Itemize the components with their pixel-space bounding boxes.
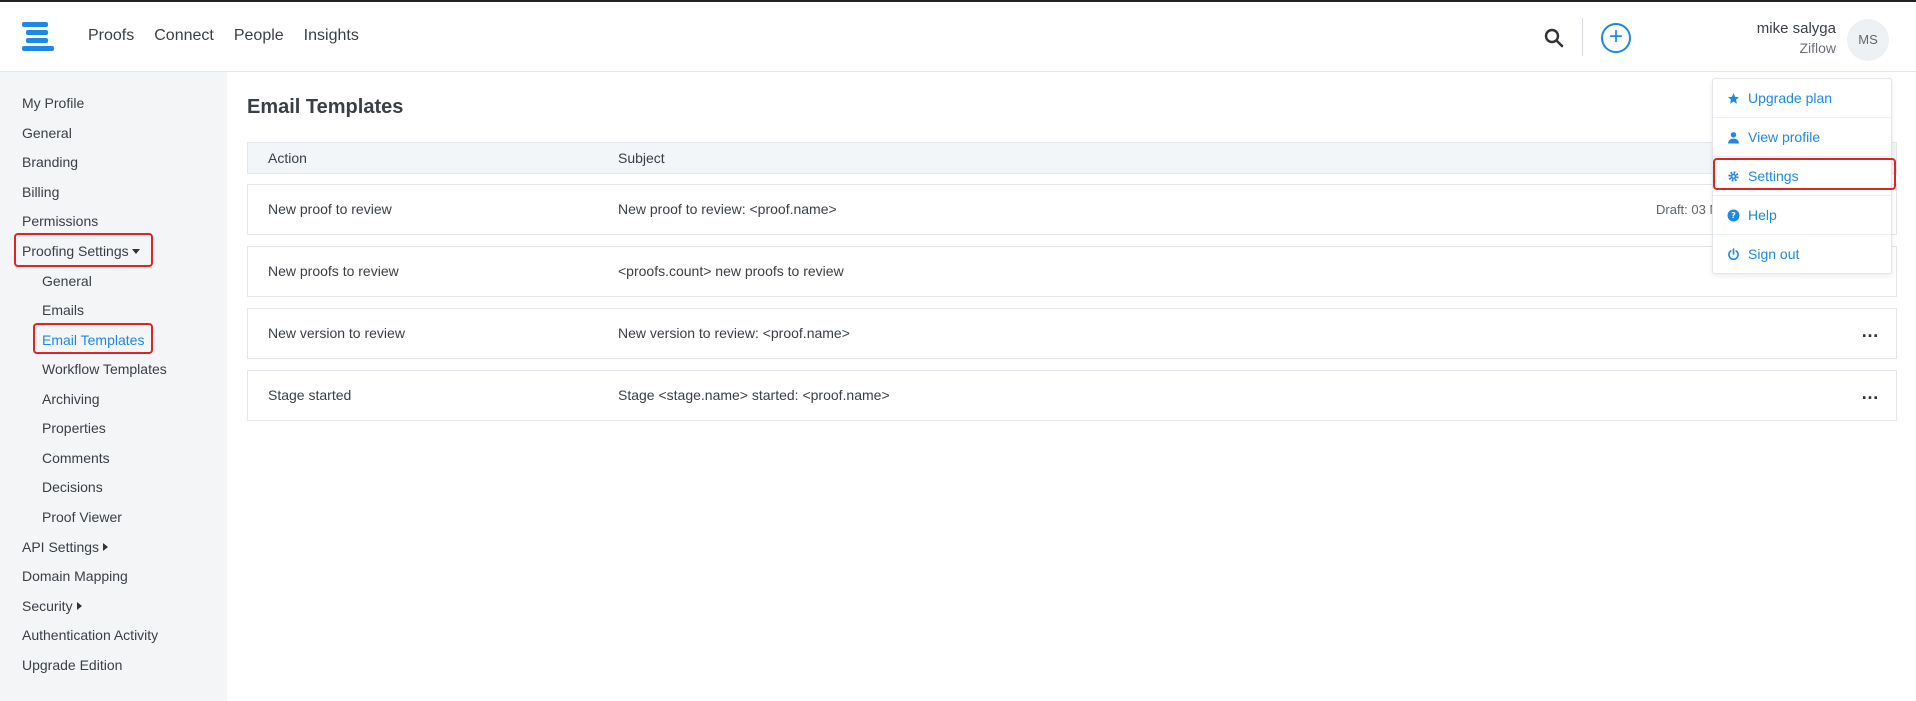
avatar[interactable]: MS [1847, 19, 1889, 61]
table-row[interactable]: New proofs to review <proofs.count> new … [247, 246, 1897, 297]
sidebar-item-domain-mapping[interactable]: Domain Mapping [22, 568, 128, 584]
caret-right-icon [76, 602, 82, 610]
sidebar-subitem-properties[interactable]: Properties [42, 420, 106, 436]
top-bar: Proofs Connect People Insights + mike sa… [0, 2, 1916, 72]
nav-people[interactable]: People [234, 27, 284, 45]
add-icon[interactable]: + [1601, 23, 1631, 53]
menu-item-upgrade-plan[interactable]: Upgrade plan [1713, 79, 1891, 118]
sidebar-item-my-profile[interactable]: My Profile [22, 95, 84, 111]
sidebar-item-general[interactable]: General [22, 125, 72, 141]
row-subject: <proofs.count> new proofs to review [618, 263, 844, 279]
menu-item-view-profile[interactable]: View profile [1713, 118, 1891, 157]
menu-item-label: Help [1748, 207, 1777, 223]
nav-proofs[interactable]: Proofs [88, 27, 134, 45]
table-row[interactable]: New proof to review New proof to review:… [247, 184, 1897, 235]
highlight-box [14, 233, 153, 267]
sidebar-item-upgrade-edition[interactable]: Upgrade Edition [22, 657, 122, 673]
sidebar-item-permissions[interactable]: Permissions [22, 213, 98, 229]
sidebar-item-api-settings[interactable]: API Settings [22, 539, 109, 555]
sidebar-subitem-archiving[interactable]: Archiving [42, 391, 100, 407]
menu-item-sign-out[interactable]: Sign out [1713, 235, 1891, 273]
row-subject: New version to review: <proof.name> [618, 325, 850, 341]
user-org: Ziflow [1799, 40, 1836, 56]
user-menu[interactable]: mike salyga Ziflow [1757, 20, 1836, 56]
svg-text:?: ? [1731, 210, 1736, 220]
sidebar-item-authentication-activity[interactable]: Authentication Activity [22, 627, 158, 643]
sidebar-item-security[interactable]: Security [22, 598, 82, 614]
table-row[interactable]: New version to review New version to rev… [247, 308, 1897, 359]
power-icon [1727, 248, 1740, 261]
row-action: Stage started [268, 387, 352, 403]
row-subject: New proof to review: <proof.name> [618, 201, 837, 217]
more-options-icon[interactable]: … [1861, 383, 1880, 404]
search-icon[interactable] [1543, 27, 1565, 49]
column-header-action: Action [268, 150, 307, 166]
highlight-box [1713, 158, 1896, 190]
row-action: New proof to review [268, 201, 392, 217]
divider [1582, 18, 1583, 56]
user-name: mike salyga [1756, 20, 1836, 37]
sidebar: My Profile General Branding Billing Perm… [0, 72, 227, 701]
sidebar-subitem-emails[interactable]: Emails [42, 302, 84, 318]
ziflow-logo-icon[interactable] [20, 20, 54, 54]
highlight-box [33, 323, 153, 354]
nav-connect[interactable]: Connect [154, 27, 214, 45]
star-icon [1727, 92, 1740, 105]
column-header-subject: Subject [618, 150, 665, 166]
table-row[interactable]: Stage started Stage <stage.name> started… [247, 370, 1897, 421]
row-action: New version to review [268, 325, 405, 341]
sidebar-item-branding[interactable]: Branding [22, 154, 78, 170]
row-action: New proofs to review [268, 263, 399, 279]
row-subject: Stage <stage.name> started: <proof.name> [618, 387, 890, 403]
more-options-icon[interactable]: … [1861, 321, 1880, 342]
sidebar-item-label: API Settings [22, 539, 100, 555]
menu-item-label: Upgrade plan [1748, 90, 1833, 106]
sidebar-item-billing[interactable]: Billing [22, 184, 59, 200]
user-icon [1727, 131, 1740, 144]
nav-insights[interactable]: Insights [304, 27, 359, 45]
menu-item-help[interactable]: ? Help [1713, 196, 1891, 235]
sidebar-subitem-proof-viewer[interactable]: Proof Viewer [42, 509, 122, 525]
sidebar-subitem-comments[interactable]: Comments [42, 450, 110, 466]
sidebar-item-label: Security [22, 598, 73, 614]
top-nav: Proofs Connect People Insights [88, 27, 379, 45]
caret-right-icon [103, 543, 109, 551]
help-icon: ? [1727, 209, 1740, 222]
menu-item-label: Sign out [1748, 246, 1800, 262]
table-header: Action Subject [247, 142, 1897, 174]
sidebar-subitem-general[interactable]: General [42, 273, 92, 289]
sidebar-subitem-workflow-templates[interactable]: Workflow Templates [42, 361, 167, 377]
page-title: Email Templates [247, 96, 404, 118]
draft-status: Draft: 03 N [1656, 202, 1719, 217]
menu-item-label: View profile [1748, 129, 1821, 145]
sidebar-subitem-decisions[interactable]: Decisions [42, 479, 103, 495]
